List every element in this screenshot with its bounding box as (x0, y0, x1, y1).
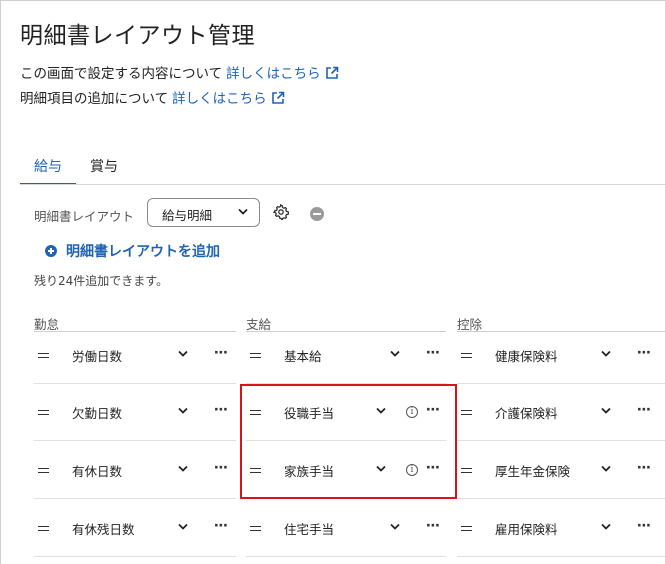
layout-label: 明細書レイアウト (34, 209, 135, 224)
row-divider (34, 556, 236, 557)
chevron-down-icon[interactable] (601, 407, 611, 415)
drag-handle-icon[interactable] (461, 526, 472, 531)
external-link-icon (325, 66, 338, 79)
highlight-annotation-box (240, 384, 457, 499)
help-text-settings: この画面で設定する内容について (20, 66, 223, 82)
chevron-down-icon[interactable] (390, 350, 400, 358)
drag-handle-icon[interactable] (461, 410, 472, 415)
drag-handle-icon[interactable] (461, 353, 472, 358)
more-icon[interactable]: ⋯ (214, 402, 228, 418)
more-icon[interactable]: ⋯ (426, 518, 440, 534)
drag-handle-icon[interactable] (38, 468, 49, 473)
list-item[interactable]: 基本給 ⋯ (246, 327, 446, 384)
row-divider (34, 440, 236, 441)
drag-handle-icon[interactable] (250, 353, 261, 358)
row-divider (34, 498, 236, 499)
row-divider (246, 556, 446, 557)
row-divider (457, 498, 665, 499)
item-name: 雇用保険料 (495, 522, 558, 537)
plus-circle-icon (45, 245, 57, 257)
page-title: 明細書レイアウト管理 (20, 23, 255, 49)
tab-salary[interactable]: 給与 (20, 150, 76, 185)
list-item[interactable]: 雇用保険料 ⋯ (457, 500, 665, 557)
item-name: 労働日数 (72, 349, 123, 364)
more-icon[interactable]: ⋯ (637, 402, 651, 418)
chevron-down-icon[interactable] (601, 465, 611, 473)
list-item[interactable]: 介護保険料 ⋯ (457, 384, 665, 441)
gear-icon[interactable] (273, 204, 289, 220)
row-divider (457, 440, 665, 441)
add-layout-button[interactable]: 明細書レイアウトを追加 (45, 241, 220, 261)
item-name: 介護保険料 (495, 406, 558, 421)
help-line-items: 明細項目の追加について 詳しくはこちら (20, 87, 285, 107)
remaining-count: 残り24件追加できます。 (34, 274, 169, 288)
more-icon[interactable]: ⋯ (214, 460, 228, 476)
more-icon[interactable]: ⋯ (637, 460, 651, 476)
more-icon[interactable]: ⋯ (214, 345, 228, 361)
external-link-icon (271, 91, 284, 104)
chevron-down-icon[interactable] (601, 350, 611, 358)
drag-handle-icon[interactable] (461, 468, 472, 473)
item-name: 厚生年金保険 (495, 464, 571, 479)
tab-bonus[interactable]: 賞与 (76, 150, 132, 185)
help-text-items: 明細項目の追加について (20, 91, 169, 107)
item-name: 住宅手当 (284, 522, 335, 537)
item-name: 欠勤日数 (72, 406, 123, 421)
list-item[interactable]: 健康保険料 ⋯ (457, 327, 665, 384)
item-name: 有休日数 (72, 464, 123, 479)
layout-select[interactable]: 給与明細 (147, 198, 260, 227)
list-item[interactable]: 労働日数 ⋯ (34, 327, 236, 384)
help-link-items[interactable]: 詳しくはこちら (172, 91, 285, 107)
more-icon[interactable]: ⋯ (214, 518, 228, 534)
more-icon[interactable]: ⋯ (637, 518, 651, 534)
item-name: 健康保険料 (495, 349, 558, 364)
chevron-down-icon[interactable] (178, 350, 188, 358)
list-item[interactable]: 住宅手当 ⋯ (246, 500, 446, 557)
chevron-down-icon[interactable] (178, 465, 188, 473)
drag-handle-icon[interactable] (250, 526, 261, 531)
list-item[interactable]: 厚生年金保険 ⋯ (457, 442, 665, 499)
chevron-down-icon[interactable] (390, 523, 400, 531)
chevron-down-icon[interactable] (601, 523, 611, 531)
more-icon[interactable]: ⋯ (426, 345, 440, 361)
tab-bar: 給与 賞与 (20, 150, 132, 185)
add-layout-label: 明細書レイアウトを追加 (66, 244, 220, 260)
list-item[interactable]: 欠勤日数 ⋯ (34, 384, 236, 441)
list-item[interactable]: 有休残日数 ⋯ (34, 500, 236, 557)
more-icon[interactable]: ⋯ (637, 345, 651, 361)
layout-select-value: 給与明細 (162, 208, 213, 223)
row-divider (457, 556, 665, 557)
chevron-down-icon[interactable] (178, 407, 188, 415)
drag-handle-icon[interactable] (38, 526, 49, 531)
item-name: 有休残日数 (72, 522, 135, 537)
remove-layout-icon[interactable] (310, 207, 324, 221)
chevron-down-icon[interactable] (178, 523, 188, 531)
list-item[interactable]: 有休日数 ⋯ (34, 442, 236, 499)
chevron-down-icon (238, 208, 248, 215)
help-link-settings[interactable]: 詳しくはこちら (226, 66, 339, 82)
tab-divider (20, 184, 665, 185)
item-name: 基本給 (284, 349, 322, 364)
help-line-settings: この画面で設定する内容について 詳しくはこちら (20, 62, 339, 82)
drag-handle-icon[interactable] (38, 353, 49, 358)
drag-handle-icon[interactable] (38, 410, 49, 415)
